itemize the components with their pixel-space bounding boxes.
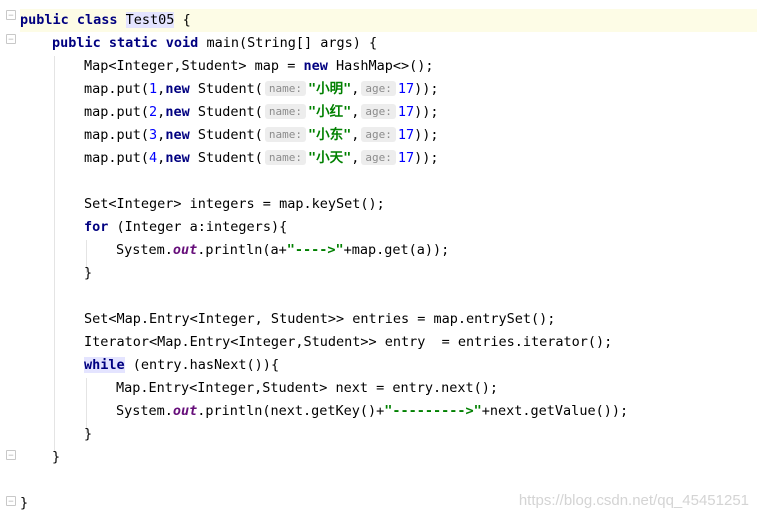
number-literal: 17 bbox=[397, 150, 415, 166]
code-token: Map.Entry<Integer,Student> next = entry.… bbox=[116, 380, 499, 396]
number-literal: 1 bbox=[149, 81, 158, 97]
code-token: HashMap<>(); bbox=[335, 58, 434, 74]
code-token: Test05 bbox=[125, 12, 175, 28]
code-token: Map<Integer,Student> map = bbox=[84, 58, 304, 74]
code-line-12[interactable]: } bbox=[84, 262, 92, 285]
parameter-hint: age: bbox=[361, 104, 396, 119]
code-token: Student( bbox=[197, 150, 263, 166]
string-literal: "小天" bbox=[307, 150, 352, 166]
code-token: Student( bbox=[197, 104, 263, 120]
code-token: , bbox=[351, 150, 360, 166]
code-line-17[interactable]: Map.Entry<Integer,Student> next = entry.… bbox=[116, 377, 498, 400]
string-literal: "小东" bbox=[307, 127, 352, 143]
code-token: System. bbox=[116, 403, 173, 419]
code-token: , bbox=[351, 127, 360, 143]
code-token: } bbox=[52, 449, 61, 465]
string-literal: "小明" bbox=[307, 81, 352, 97]
code-token: )); bbox=[414, 127, 439, 143]
static-field: out bbox=[172, 242, 198, 258]
number-literal: 17 bbox=[397, 127, 415, 143]
string-literal: "--------->" bbox=[384, 403, 482, 419]
code-token: Set<Integer> integers = map.keySet(); bbox=[84, 196, 385, 212]
keyword: new bbox=[165, 150, 198, 166]
fold-marker-method-end[interactable]: − bbox=[6, 450, 16, 461]
code-line-7[interactable]: map.put(4,new Student(name: "小天", age: 17))… bbox=[84, 147, 439, 170]
fold-marker-class[interactable]: − bbox=[6, 10, 16, 21]
number-literal: 3 bbox=[149, 127, 158, 143]
fold-marker-class-end[interactable]: − bbox=[6, 496, 16, 507]
code-token: )); bbox=[414, 81, 439, 97]
code-token: } bbox=[84, 426, 93, 442]
keyword: while bbox=[84, 357, 125, 373]
code-token: , bbox=[351, 104, 360, 120]
code-token: , bbox=[351, 81, 360, 97]
code-token: map.put( bbox=[84, 104, 150, 120]
code-line-4[interactable]: map.put(1,new Student(name: "小明", age: 17))… bbox=[84, 78, 439, 101]
number-literal: 17 bbox=[397, 81, 415, 97]
code-token: map.put( bbox=[84, 127, 150, 143]
code-line-19[interactable]: } bbox=[84, 423, 92, 446]
code-token: .println(next.getKey()+ bbox=[197, 403, 385, 419]
parameter-hint: name: bbox=[264, 104, 306, 119]
keyword: new bbox=[165, 127, 198, 143]
code-line-2[interactable]: public static void main(String[] args) { bbox=[52, 32, 377, 55]
code-token: main(String[] args) { bbox=[206, 35, 378, 51]
keyword: new bbox=[165, 104, 198, 120]
code-token: (entry.hasNext()){ bbox=[124, 357, 280, 373]
code-token: { bbox=[174, 12, 191, 28]
code-token: map.put( bbox=[84, 81, 150, 97]
editor-gutter: − − − − bbox=[0, 0, 16, 518]
code-token: +map.get(a)); bbox=[343, 242, 450, 258]
fold-marker-method[interactable]: − bbox=[6, 34, 16, 45]
code-line-9[interactable]: Set<Integer> integers = map.keySet(); bbox=[84, 193, 385, 216]
code-token: .println(a+ bbox=[197, 242, 287, 258]
code-token: Iterator<Map.Entry<Integer,Student>> ent… bbox=[84, 334, 613, 350]
code-token: System. bbox=[116, 242, 173, 258]
keyword: public static void bbox=[52, 35, 207, 51]
code-line-15[interactable]: Iterator<Map.Entry<Integer,Student>> ent… bbox=[84, 331, 612, 354]
code-token: map.put( bbox=[84, 150, 150, 166]
code-line-10[interactable]: for (Integer a:integers){ bbox=[84, 216, 287, 239]
static-field: out bbox=[172, 403, 198, 419]
code-line-20[interactable]: } bbox=[52, 446, 60, 469]
parameter-hint: name: bbox=[264, 81, 306, 96]
code-line-14[interactable]: Set<Map.Entry<Integer, Student>> entries… bbox=[84, 308, 555, 331]
parameter-hint: name: bbox=[264, 150, 306, 165]
code-token: )); bbox=[414, 150, 439, 166]
code-line-11[interactable]: System.out.println(a+"---->"+map.get(a))… bbox=[116, 239, 449, 262]
code-line-18[interactable]: System.out.println(next.getKey()+"------… bbox=[116, 400, 628, 423]
code-token: )); bbox=[414, 104, 439, 120]
number-literal: 2 bbox=[149, 104, 158, 120]
code-token: Student( bbox=[197, 127, 263, 143]
code-token: } bbox=[20, 495, 29, 511]
keyword: new bbox=[165, 81, 198, 97]
string-literal: "---->" bbox=[286, 242, 344, 258]
code-token: Student( bbox=[197, 81, 263, 97]
code-token: Set<Map.Entry<Integer, Student>> entries… bbox=[84, 311, 556, 327]
code-line-6[interactable]: map.put(3,new Student(name: "小东", age: 17))… bbox=[84, 124, 439, 147]
keyword: new bbox=[303, 58, 336, 74]
code-line-3[interactable]: Map<Integer,Student> map = new HashMap<>… bbox=[84, 55, 434, 78]
code-line-1[interactable]: public class Test05 { bbox=[20, 9, 757, 32]
number-literal: 4 bbox=[149, 150, 158, 166]
code-token: } bbox=[84, 265, 93, 281]
code-line-16[interactable]: while (entry.hasNext()){ bbox=[84, 354, 279, 377]
keyword: public class bbox=[20, 12, 126, 28]
code-line-5[interactable]: map.put(2,new Student(name: "小红", age: 17))… bbox=[84, 101, 439, 124]
keyword: for bbox=[84, 219, 117, 235]
code-line-22[interactable]: } bbox=[20, 492, 28, 515]
parameter-hint: age: bbox=[361, 81, 396, 96]
indent-guide-method bbox=[54, 56, 55, 451]
code-token: (Integer a:integers){ bbox=[116, 219, 288, 235]
string-literal: "小红" bbox=[307, 104, 352, 120]
number-literal: 17 bbox=[397, 104, 415, 120]
parameter-hint: name: bbox=[264, 127, 306, 142]
parameter-hint: age: bbox=[361, 150, 396, 165]
parameter-hint: age: bbox=[361, 127, 396, 142]
watermark: https://blog.csdn.net/qq_45451251 bbox=[518, 492, 749, 509]
code-token: +next.getValue()); bbox=[481, 403, 629, 419]
